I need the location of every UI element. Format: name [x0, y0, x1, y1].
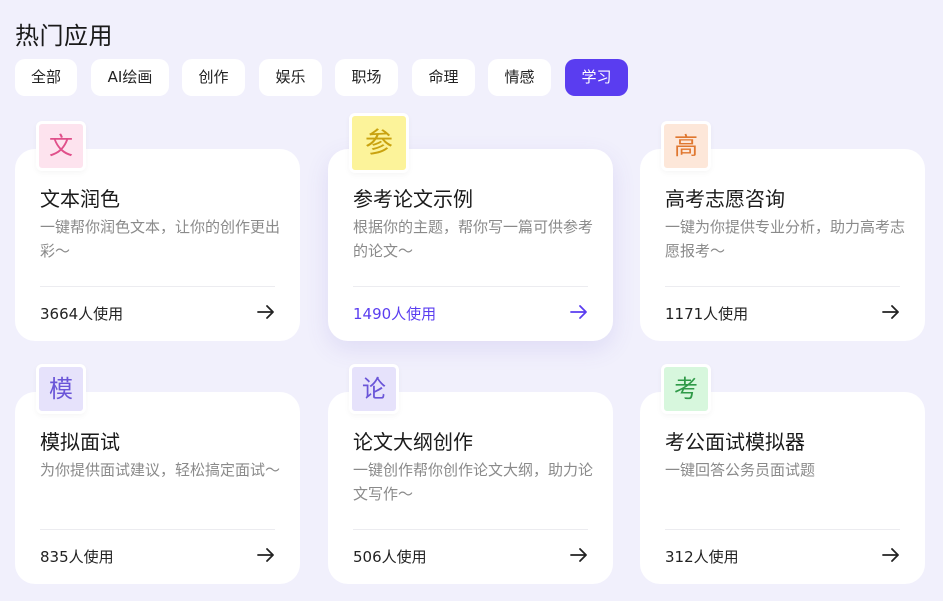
usage-count: 835人使用 [40, 548, 114, 566]
arrow-right-icon[interactable] [881, 303, 901, 321]
app-card-mock-interview[interactable]: 模 模拟面试 为你提供面试建议，轻松搞定面试～ 835人使用 [15, 364, 300, 584]
card-description: 一键帮你润色文本，让你的创作更出彩～ [40, 218, 281, 260]
app-icon-outline: 论 [349, 364, 399, 414]
app-card-paper-outline[interactable]: 论 论文大纲创作 一键创作帮你创作论文大纲，助力论文写作～ 506人使用 [328, 364, 613, 584]
tab-creation[interactable]: 创作 [182, 59, 245, 96]
arrow-right-icon[interactable] [256, 303, 276, 321]
app-card-reference-paper[interactable]: 参 参考论文示例 根据你的主题，帮你写一篇可供参考的论文～ 1490人使用 [328, 113, 613, 341]
arrow-right-icon[interactable] [881, 546, 901, 564]
app-card-gaokao[interactable]: 高 高考志愿咨询 一键为你提供专业分析，助力高考志愿报考～ 1171人使用 [640, 121, 925, 341]
card-description: 为你提供面试建议，轻松搞定面试～ [40, 461, 281, 479]
tab-workplace[interactable]: 职场 [335, 59, 398, 96]
app-card-civil-exam[interactable]: 考 考公面试模拟器 一键回答公务员面试题 312人使用 [640, 364, 925, 584]
tab-ai-painting[interactable]: AI绘画 [91, 59, 169, 96]
card-title: 文本润色 [40, 187, 120, 211]
app-icon-interview: 模 [36, 364, 86, 414]
tab-entertainment[interactable]: 娱乐 [259, 59, 322, 96]
card-divider [40, 286, 275, 287]
card-title: 参考论文示例 [353, 187, 473, 211]
usage-count: 312人使用 [665, 548, 739, 566]
card-description: 一键创作帮你创作论文大纲，助力论文写作～ [353, 461, 594, 503]
app-card-text-polish[interactable]: 文 文本润色 一键帮你润色文本，让你的创作更出彩～ 3664人使用 [15, 121, 300, 341]
usage-count: 3664人使用 [40, 305, 124, 323]
tab-study[interactable]: 学习 [565, 59, 628, 96]
app-icon-gaokao: 高 [661, 121, 711, 171]
app-icon-text: 文 [36, 121, 86, 171]
card-title: 论文大纲创作 [353, 430, 473, 454]
card-divider [665, 286, 900, 287]
card-divider [665, 529, 900, 530]
app-icon-reference: 参 [349, 113, 409, 173]
card-description: 根据你的主题，帮你写一篇可供参考的论文～ [353, 218, 594, 260]
arrow-right-icon[interactable] [569, 546, 589, 564]
tab-all[interactable]: 全部 [15, 59, 77, 96]
tab-fortune[interactable]: 命理 [412, 59, 475, 96]
card-title: 高考志愿咨询 [665, 187, 785, 211]
card-divider [40, 529, 275, 530]
usage-count: 506人使用 [353, 548, 427, 566]
card-description: 一键为你提供专业分析，助力高考志愿报考～ [665, 218, 906, 260]
app-icon-exam: 考 [661, 364, 711, 414]
tab-emotion[interactable]: 情感 [488, 59, 551, 96]
card-title: 模拟面试 [40, 430, 120, 454]
usage-count: 1490人使用 [353, 305, 437, 323]
card-title: 考公面试模拟器 [665, 430, 805, 454]
card-description: 一键回答公务员面试题 [665, 461, 816, 479]
card-divider [353, 286, 588, 287]
card-divider [353, 529, 588, 530]
section-title: 热门应用 [15, 22, 113, 50]
arrow-right-icon[interactable] [256, 546, 276, 564]
usage-count: 1171人使用 [665, 305, 749, 323]
arrow-right-icon[interactable] [569, 303, 589, 321]
